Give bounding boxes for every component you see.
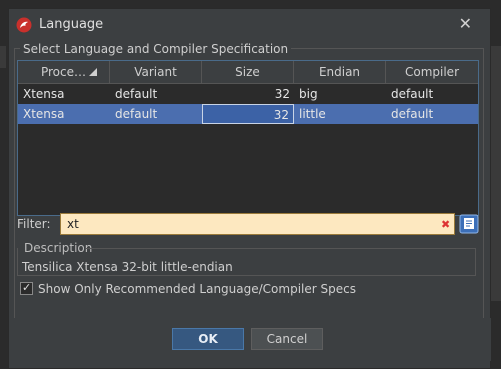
recommended-label[interactable]: Show Only Recommended Language/Compiler … [38, 282, 356, 296]
cell-size: 32 [274, 87, 290, 101]
filter-options-icon[interactable] [459, 214, 479, 234]
dialog-title: Language [39, 17, 104, 32]
ok-button[interactable]: OK [172, 328, 244, 350]
cell-endian: little [299, 107, 326, 121]
background-window-edge [0, 46, 6, 68]
title-bar: Language ✕ [9, 9, 490, 41]
table-row[interactable]: Xtensa default 32 big default [18, 84, 478, 104]
cell-processor: Xtensa [23, 87, 65, 101]
cell-processor: Xtensa [23, 107, 65, 121]
cell-compiler: default [391, 87, 434, 101]
filter-label: Filter: [17, 217, 51, 231]
filter-row: Filter: xt ✖ [17, 213, 479, 237]
button-bar: OK Cancel [9, 318, 491, 361]
column-header-compiler[interactable]: Compiler [386, 61, 478, 83]
cell-size-focused: 32 [202, 104, 294, 124]
group-title: Select Language and Compiler Specificati… [20, 42, 292, 56]
cancel-button[interactable]: Cancel [251, 328, 323, 350]
cell-variant: default [115, 107, 158, 121]
filter-input[interactable]: xt [60, 213, 455, 235]
cell-variant: default [115, 87, 158, 101]
recommended-checkbox[interactable]: ✓ [20, 281, 33, 295]
checkmark-icon: ✓ [22, 281, 32, 294]
cell-endian: big [299, 87, 318, 101]
column-header-processor[interactable]: Proce… [18, 61, 110, 83]
close-icon[interactable]: ✕ [459, 14, 472, 33]
description-text: Tensilica Xtensa 32-bit little-endian [22, 260, 233, 274]
clear-filter-icon[interactable]: ✖ [441, 218, 450, 231]
column-header-endian[interactable]: Endian [294, 61, 386, 83]
language-table[interactable]: Proce… Variant Size Endian Compiler Xten… [17, 60, 479, 216]
dragon-logo-icon [16, 17, 32, 33]
column-header-variant[interactable]: Variant [110, 61, 202, 83]
background-window-edge-right [491, 46, 501, 301]
column-header-size[interactable]: Size [202, 61, 294, 83]
cell-compiler: default [391, 107, 434, 121]
table-header: Proce… Variant Size Endian Compiler [18, 61, 478, 84]
sort-ascending-icon [89, 68, 97, 76]
table-row-selected[interactable]: Xtensa default 32 little default [18, 104, 478, 124]
